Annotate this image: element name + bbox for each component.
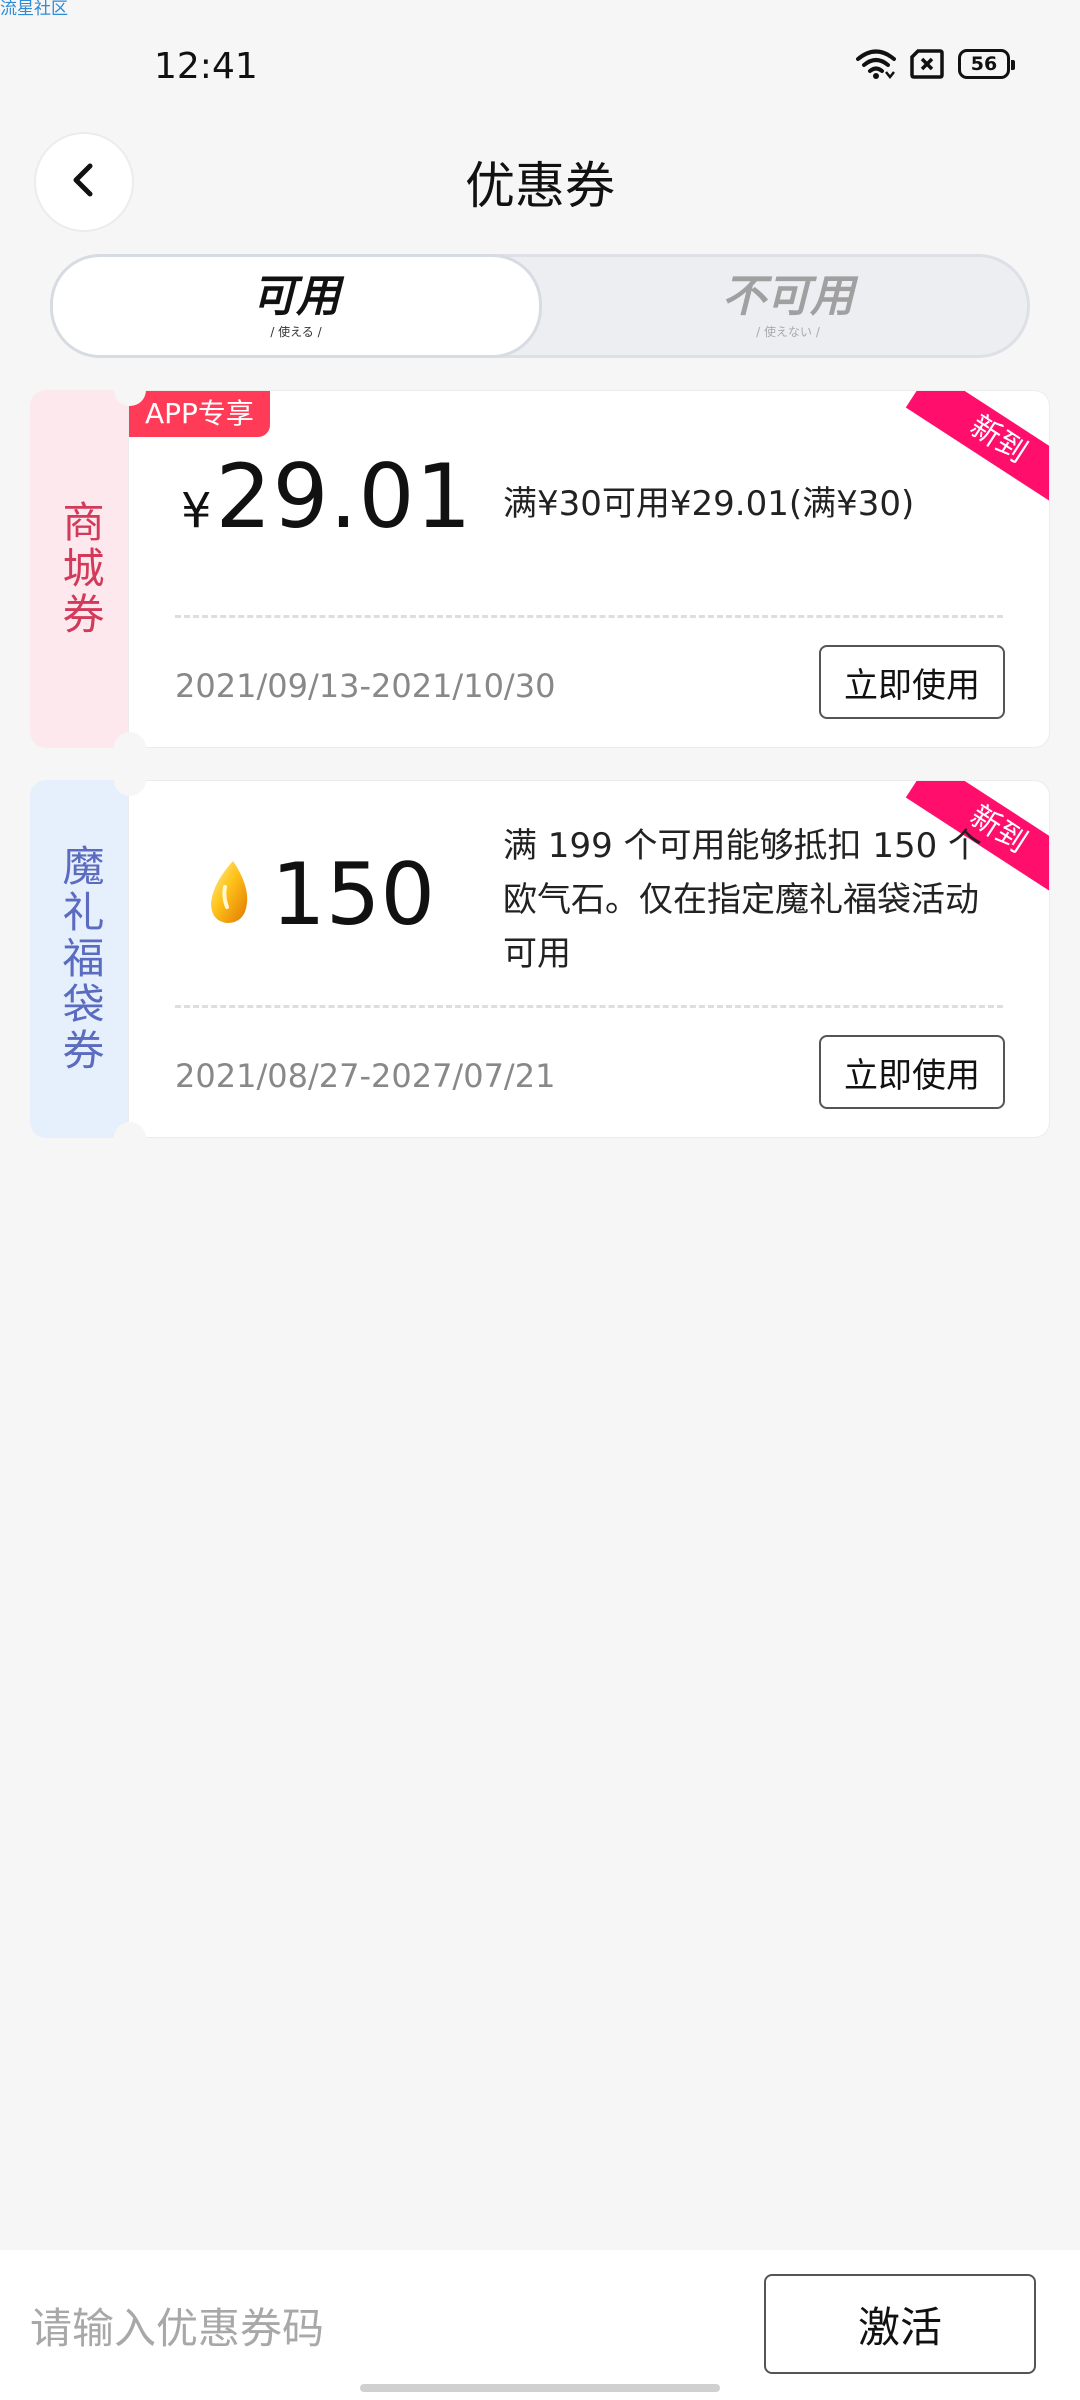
watermark: 流星社区 [0, 0, 68, 19]
activate-button[interactable]: 激活 [764, 2274, 1036, 2374]
amount-value: 29.01 [215, 445, 473, 548]
coupon-card: 魔礼福袋券 新到 150 满 199 个可用能够抵扣 150 个欧气石。仅在指定… [30, 764, 1050, 1154]
tab-available-label: 可用 [252, 271, 340, 322]
validity-date: 2021/09/13-2021/10/30 [175, 667, 556, 705]
status-time: 12:41 [154, 46, 258, 87]
sim-icon [910, 49, 944, 79]
app-exclusive-badge: APP专享 [129, 391, 270, 437]
use-now-button[interactable]: 立即使用 [819, 1035, 1005, 1109]
coupon-type-label: 商城券 [56, 500, 105, 638]
wifi-icon [856, 48, 896, 80]
page-title: 优惠券 [465, 157, 615, 215]
notch [114, 374, 146, 406]
notch [114, 732, 146, 764]
divider [175, 1005, 1003, 1008]
bottom-bar: 激活 [0, 2250, 1080, 2400]
coupon-page: 流星社区 12:41 56 优惠券 可用 / 使える / 不可用 / 使えない … [0, 0, 1080, 2400]
coupon-tabs: 可用 / 使える / 不可用 / 使えない / [50, 254, 1030, 358]
coupon-side: 商城券 [30, 390, 130, 748]
currency-symbol: ¥ [181, 483, 212, 539]
coupon-description: 满¥30可用¥29.01(满¥30) [503, 484, 915, 524]
notch [114, 764, 146, 796]
coupon-body: 新到 150 满 199 个可用能够抵扣 150 个欧气石。仅在指定魔礼福袋活动… [128, 780, 1050, 1138]
coupon-card: 商城券 APP专享 新到 ¥ 29.01 满¥30可用¥29.01(满¥30) … [30, 374, 1050, 764]
coupon-amount: ¥ 29.01 [181, 445, 472, 548]
tab-available[interactable]: 可用 / 使える / [50, 254, 542, 358]
use-now-button[interactable]: 立即使用 [819, 645, 1005, 719]
notch [114, 1122, 146, 1154]
status-icons: 56 [856, 48, 1015, 80]
coupon-type-label: 魔礼福袋券 [56, 844, 105, 1074]
battery-icon: 56 [958, 49, 1015, 79]
validity-date: 2021/08/27-2027/07/21 [175, 1057, 556, 1095]
tab-available-sub: / 使える / [270, 325, 322, 339]
divider [175, 615, 1003, 618]
coupon-code-input[interactable] [30, 2280, 710, 2376]
tab-unavailable-label: 不可用 [722, 271, 854, 322]
tab-unavailable[interactable]: 不可用 / 使えない / [543, 257, 1033, 355]
coupon-side: 魔礼福袋券 [30, 780, 130, 1138]
coupon-description: 满 199 个可用能够抵扣 150 个欧气石。仅在指定魔礼福袋活动可用 [503, 826, 983, 974]
home-indicator [360, 2384, 720, 2392]
amount-value: 150 [271, 845, 436, 945]
gem-icon [205, 857, 255, 931]
coupon-body: APP专享 新到 ¥ 29.01 满¥30可用¥29.01(满¥30) 2021… [128, 390, 1050, 748]
tab-unavailable-sub: / 使えない / [756, 325, 820, 339]
status-bar: 12:41 56 [0, 40, 1080, 96]
